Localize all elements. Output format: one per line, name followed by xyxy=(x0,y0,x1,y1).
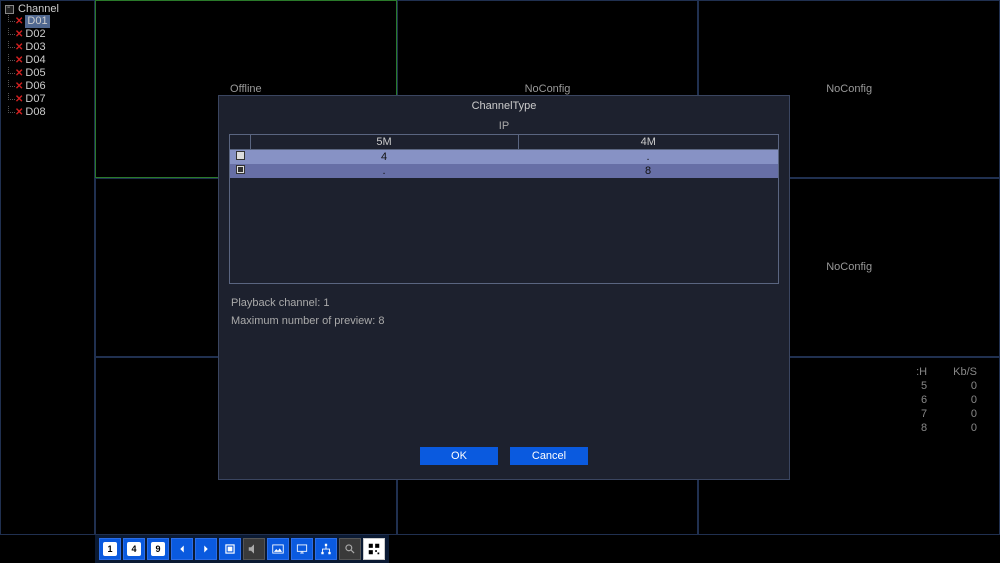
stats-header-ch: :H xyxy=(904,366,939,378)
table-row[interactable]: 4. xyxy=(230,150,778,164)
channel-item-d03[interactable]: ✕D03 xyxy=(5,41,90,54)
cell-status-label: NoConfig xyxy=(826,83,872,95)
arrow-right-icon xyxy=(199,542,213,556)
max-preview-label: Maximum number of preview: 8 xyxy=(231,312,777,330)
table-row[interactable]: .8 xyxy=(230,164,778,178)
layout-4-button[interactable]: 4 xyxy=(123,538,145,560)
row-checkbox[interactable] xyxy=(236,151,245,160)
channel-item-d08[interactable]: ✕D08 xyxy=(5,106,90,119)
stats-header-kbs: Kb/S xyxy=(941,366,989,378)
disconnect-icon: ✕ xyxy=(15,67,23,80)
channel-label: D05 xyxy=(25,67,45,80)
disconnect-icon: ✕ xyxy=(15,15,23,28)
channel-label: D04 xyxy=(25,54,45,67)
channel-item-d04[interactable]: ✕D04 xyxy=(5,54,90,67)
collapse-icon[interactable] xyxy=(5,5,14,14)
playback-channel-label: Playback channel: 1 xyxy=(231,294,777,312)
ok-button[interactable]: OK xyxy=(420,447,498,465)
table-header-check xyxy=(230,135,250,150)
layout-1-button[interactable]: 1 xyxy=(99,538,121,560)
disconnect-icon: ✕ xyxy=(15,106,23,119)
channel-label: D08 xyxy=(25,106,45,119)
monitor-icon xyxy=(295,542,309,556)
channel-label: D02 xyxy=(25,28,45,41)
prev-button[interactable] xyxy=(171,538,193,560)
cell-4m: . xyxy=(518,150,778,164)
cancel-button[interactable]: Cancel xyxy=(510,447,588,465)
toolbar: 1 4 9 xyxy=(95,535,389,563)
channel-item-d07[interactable]: ✕D07 xyxy=(5,93,90,106)
table-header-4m: 4M xyxy=(518,135,778,150)
channel-type-dialog: ChannelType IP 5M 4M 4..8 Playback chann… xyxy=(218,95,790,480)
channel-sidebar: Channel ✕D01✕D02✕D03✕D04✕D05✕D06✕D07✕D08 xyxy=(0,0,95,535)
channel-type-table-wrap: 5M 4M 4..8 xyxy=(229,134,779,284)
search-button[interactable] xyxy=(339,538,361,560)
channel-label: D07 xyxy=(25,93,45,106)
qr-button[interactable] xyxy=(363,538,385,560)
dialog-info: Playback channel: 1 Maximum number of pr… xyxy=(219,286,789,437)
disconnect-icon: ✕ xyxy=(15,41,23,54)
picture-icon xyxy=(271,542,285,556)
cell-4m: 8 xyxy=(518,164,778,178)
channel-label: D06 xyxy=(25,80,45,93)
channel-label: D03 xyxy=(25,41,45,54)
network-button[interactable] xyxy=(315,538,337,560)
stats-row: 50 xyxy=(904,380,989,392)
channel-type-table: 5M 4M 4..8 xyxy=(230,135,778,178)
channel-label: D01 xyxy=(25,15,49,28)
cell-status-label: NoConfig xyxy=(525,83,571,95)
qr-icon xyxy=(367,542,381,556)
layout-9-button[interactable]: 9 xyxy=(147,538,169,560)
search-icon xyxy=(343,542,357,556)
stats-row: 70 xyxy=(904,408,989,420)
speaker-off-icon xyxy=(247,542,261,556)
dialog-section-label: IP xyxy=(219,120,789,132)
mute-button[interactable] xyxy=(243,538,265,560)
stats-row: 60 xyxy=(904,394,989,406)
network-icon xyxy=(319,542,333,556)
tree-root[interactable]: Channel xyxy=(5,3,90,15)
channel-item-d05[interactable]: ✕D05 xyxy=(5,67,90,80)
table-header-5m: 5M xyxy=(250,135,518,150)
disconnect-icon: ✕ xyxy=(15,54,23,67)
channel-item-d02[interactable]: ✕D02 xyxy=(5,28,90,41)
dialog-buttons: OK Cancel xyxy=(219,437,789,479)
arrow-left-icon xyxy=(175,542,189,556)
cell-5m: 4 xyxy=(250,150,518,164)
cell-status-label: Offline xyxy=(230,83,262,95)
monitor-button[interactable] xyxy=(291,538,313,560)
bitrate-table: :HKb/S 50 60 70 80 xyxy=(902,364,991,436)
next-button[interactable] xyxy=(195,538,217,560)
fullscreen-icon xyxy=(223,542,237,556)
cell-5m: . xyxy=(250,164,518,178)
disconnect-icon: ✕ xyxy=(15,93,23,106)
channel-item-d01[interactable]: ✕D01 xyxy=(5,15,90,28)
row-checkbox[interactable] xyxy=(236,165,245,174)
disconnect-icon: ✕ xyxy=(15,28,23,41)
stats-row: 80 xyxy=(904,422,989,434)
disconnect-icon: ✕ xyxy=(15,80,23,93)
fullscreen-button[interactable] xyxy=(219,538,241,560)
dialog-title: ChannelType xyxy=(219,96,789,116)
cell-status-label: NoConfig xyxy=(826,261,872,273)
channel-item-d06[interactable]: ✕D06 xyxy=(5,80,90,93)
tree-root-label: Channel xyxy=(18,3,59,15)
image-button[interactable] xyxy=(267,538,289,560)
